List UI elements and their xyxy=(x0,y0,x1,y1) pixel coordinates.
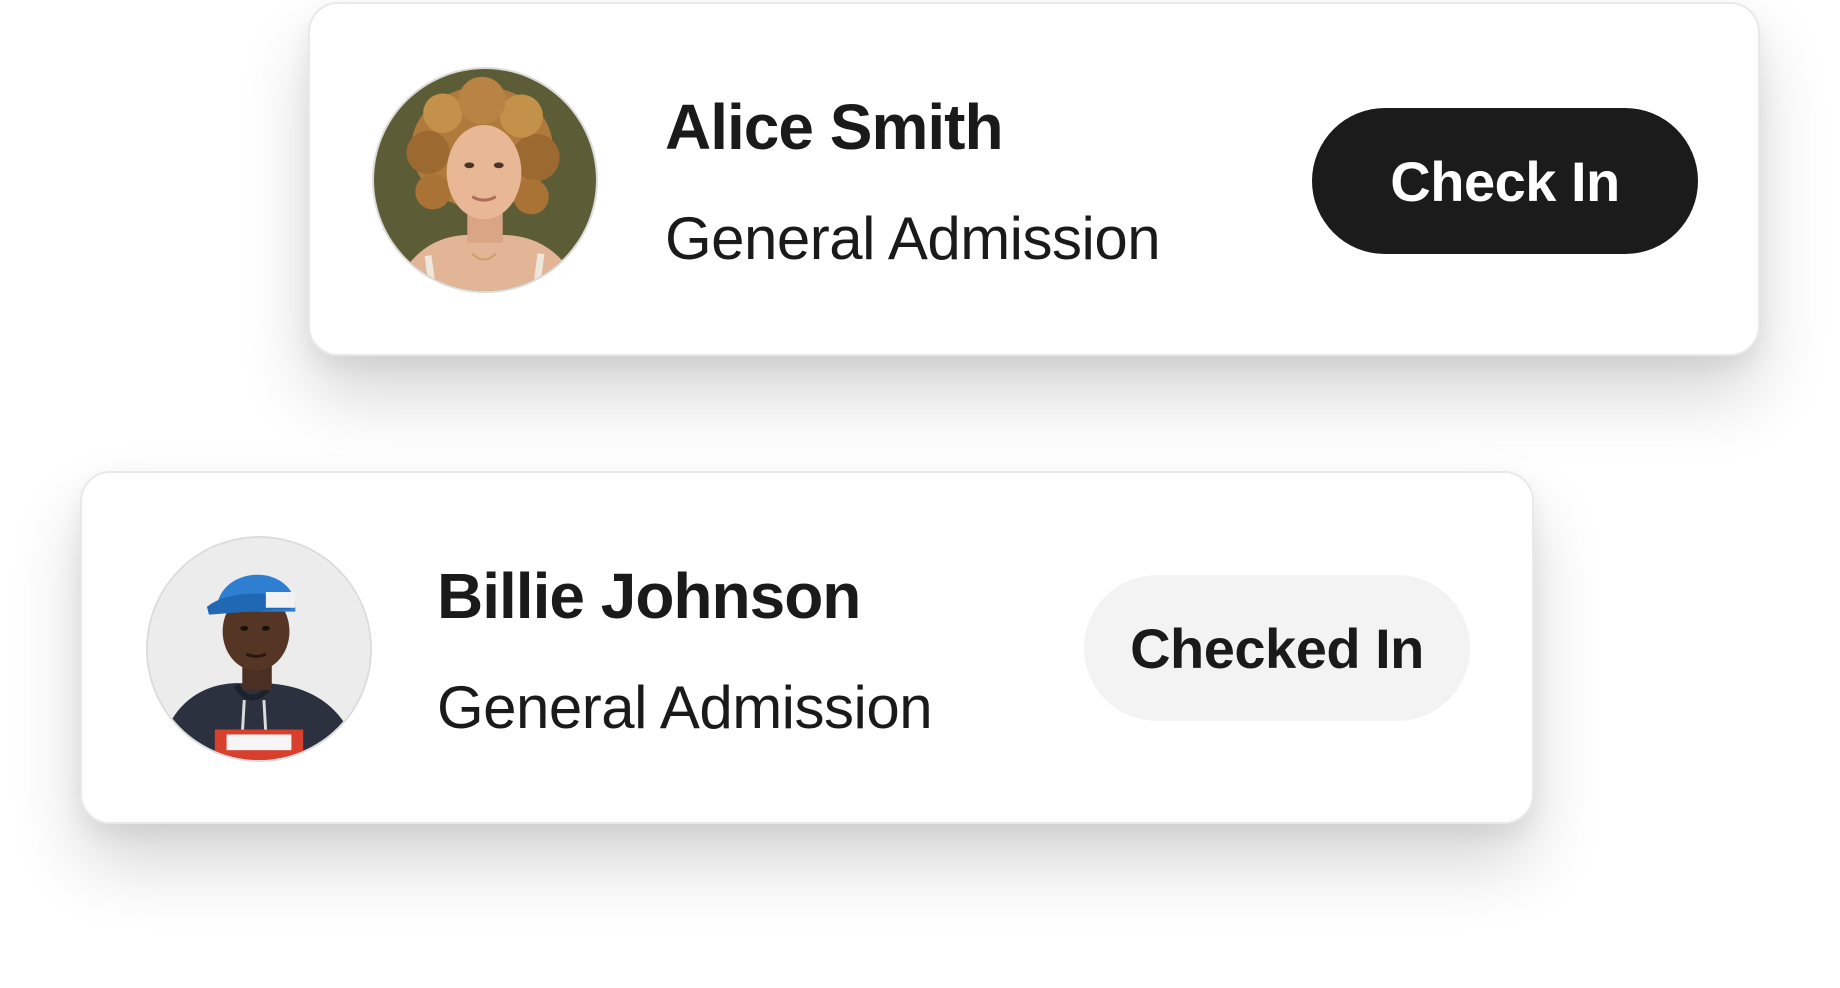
attendee-checkin-stage: Alice Smith General Admission Check In B… xyxy=(0,0,1840,988)
checked-in-status-button[interactable]: Checked In xyxy=(1084,575,1470,721)
ticket-type: General Admission xyxy=(665,205,1161,272)
attendee-name: Billie Johnson xyxy=(437,560,861,632)
avatar xyxy=(372,67,598,293)
check-in-button[interactable]: Check In xyxy=(1312,108,1698,254)
avatar-photo-icon xyxy=(374,69,596,291)
avatar-photo-icon xyxy=(148,538,370,760)
ticket-type: General Admission xyxy=(437,674,933,741)
attendee-name: Alice Smith xyxy=(665,91,1004,163)
attendee-card: Alice Smith General Admission Check In xyxy=(308,2,1760,356)
avatar xyxy=(146,536,372,762)
attendee-card: Billie Johnson General Admission Checked… xyxy=(80,471,1534,824)
